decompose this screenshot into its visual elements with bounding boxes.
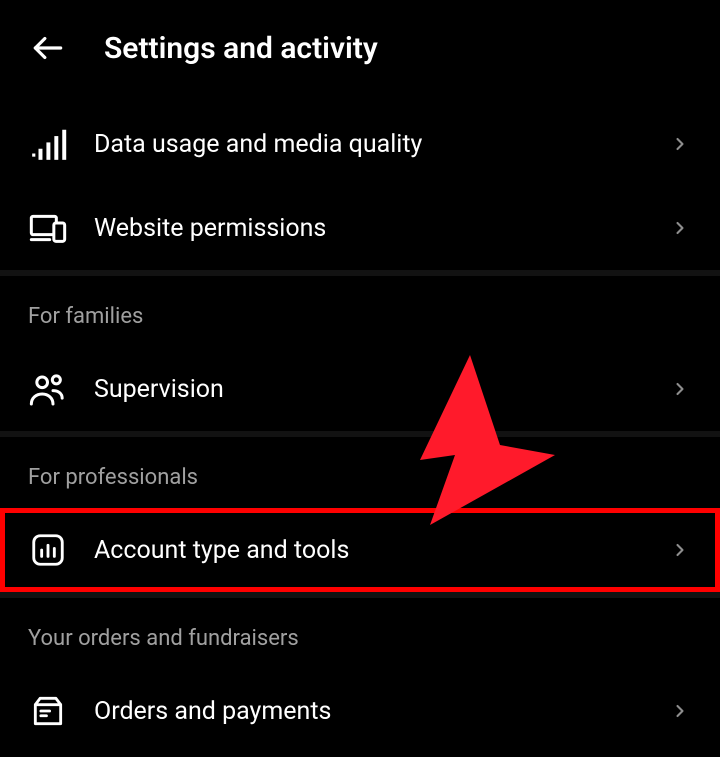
row-label: Data usage and media quality — [94, 130, 642, 159]
chevron-right-icon — [668, 699, 692, 723]
row-label: Supervision — [94, 375, 642, 404]
row-label: Account type and tools — [94, 536, 642, 565]
header: Settings and activity — [0, 0, 720, 102]
section-header-orders: Your orders and fundraisers — [0, 598, 720, 669]
row-account-type-tools[interactable]: Account type and tools — [0, 508, 720, 592]
row-orders-payments[interactable]: Orders and payments — [0, 669, 720, 753]
chart-box-icon — [28, 530, 68, 570]
section-header-families: For families — [0, 276, 720, 347]
chevron-right-icon — [668, 132, 692, 156]
devices-icon — [28, 208, 68, 248]
people-icon — [28, 369, 68, 409]
orders-icon — [28, 691, 68, 731]
signal-bars-icon — [28, 124, 68, 164]
row-supervision[interactable]: Supervision — [0, 347, 720, 431]
chevron-right-icon — [668, 538, 692, 562]
chevron-right-icon — [668, 216, 692, 240]
chevron-right-icon — [668, 377, 692, 401]
row-data-usage[interactable]: Data usage and media quality — [0, 102, 720, 186]
row-label: Website permissions — [94, 214, 642, 243]
row-label: Orders and payments — [94, 697, 642, 726]
page-title: Settings and activity — [104, 31, 378, 66]
section-header-professionals: For professionals — [0, 437, 720, 508]
arrow-left-icon — [29, 29, 67, 67]
back-button[interactable] — [28, 28, 68, 68]
row-website-permissions[interactable]: Website permissions — [0, 186, 720, 270]
